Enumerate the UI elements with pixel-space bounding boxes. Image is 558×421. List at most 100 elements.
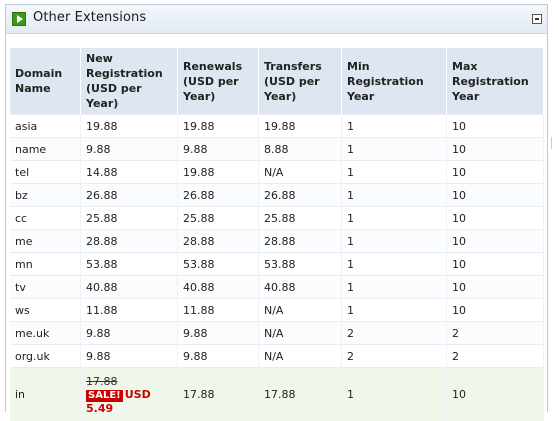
- cell-renewal: 11.88: [178, 299, 259, 322]
- cell-transfer: N/A: [259, 345, 342, 368]
- table-row: mn 53.88 53.88 53.88 1 10: [10, 253, 544, 276]
- cell-domain: asia: [10, 115, 81, 138]
- cell-new-registration: 9.88: [81, 138, 178, 161]
- cell-renewal: 25.88: [178, 207, 259, 230]
- table-header-row: Domain Name New Registration (USD per Ye…: [10, 48, 544, 115]
- header-domain-name: Domain Name: [10, 48, 81, 115]
- header-new-registration: New Registration (USD per Year): [81, 48, 178, 115]
- cell-transfer: 17.88: [259, 368, 342, 421]
- cell-min-year: 1: [342, 276, 447, 299]
- table-row: org.uk 9.88 9.88 N/A 2 2: [10, 345, 544, 368]
- cell-max-year: 10: [447, 368, 544, 421]
- cell-domain: ws: [10, 299, 81, 322]
- cell-domain: tel: [10, 161, 81, 184]
- cell-domain: me: [10, 230, 81, 253]
- cell-renewal: 9.88: [178, 138, 259, 161]
- cell-transfer: N/A: [259, 161, 342, 184]
- cell-domain: name: [10, 138, 81, 161]
- cell-renewal: 9.88: [178, 345, 259, 368]
- cell-min-year: 1: [342, 207, 447, 230]
- cell-domain: me.uk: [10, 322, 81, 345]
- cell-transfer: 25.88: [259, 207, 342, 230]
- header-transfers: Transfers (USD per Year): [259, 48, 342, 115]
- sale-price-value: 5.49: [86, 402, 172, 415]
- cell-new-registration: 19.88: [81, 115, 178, 138]
- cell-new-registration: 11.88: [81, 299, 178, 322]
- cell-new-registration: 26.88: [81, 184, 178, 207]
- header-renewals: Renewals (USD per Year): [178, 48, 259, 115]
- table-row: ws 11.88 11.88 N/A 1 10: [10, 299, 544, 322]
- table-row: me.uk 9.88 9.88 N/A 2 2: [10, 322, 544, 345]
- cell-min-year: 2: [342, 322, 447, 345]
- table-row: tv 40.88 40.88 40.88 1 10: [10, 276, 544, 299]
- cell-domain: tv: [10, 276, 81, 299]
- cell-max-year: 10: [447, 276, 544, 299]
- cell-min-year: 1: [342, 138, 447, 161]
- panel-title: Other Extensions: [33, 10, 146, 25]
- play-icon[interactable]: [12, 12, 26, 26]
- sale-table-row: in 17.88 SALE!USD 5.49 17.88 17.88 1 10: [10, 368, 544, 421]
- cell-min-year: 1: [342, 184, 447, 207]
- other-extensions-panel: Other Extensions Domain Name New Registr…: [5, 4, 548, 412]
- cell-renewal: 19.88: [178, 115, 259, 138]
- cell-transfer: 19.88: [259, 115, 342, 138]
- cell-sale-price: 17.88 SALE!USD 5.49: [81, 368, 178, 421]
- cell-transfer: N/A: [259, 299, 342, 322]
- cell-max-year: 10: [447, 161, 544, 184]
- cell-new-registration: 28.88: [81, 230, 178, 253]
- cell-renewal: 26.88: [178, 184, 259, 207]
- cell-min-year: 2: [342, 345, 447, 368]
- cell-new-registration: 25.88: [81, 207, 178, 230]
- header-min-registration-year: Min Registration Year: [342, 48, 447, 115]
- cell-new-registration: 9.88: [81, 345, 178, 368]
- pricing-table: Domain Name New Registration (USD per Ye…: [10, 48, 544, 421]
- cell-domain: cc: [10, 207, 81, 230]
- table-row: name 9.88 9.88 8.88 1 10: [10, 138, 544, 161]
- cell-domain: bz: [10, 184, 81, 207]
- cell-max-year: 10: [447, 138, 544, 161]
- cell-min-year: 1: [342, 115, 447, 138]
- panel-header: Other Extensions: [6, 5, 547, 34]
- cell-new-registration: 53.88: [81, 253, 178, 276]
- table-row: cc 25.88 25.88 25.88 1 10: [10, 207, 544, 230]
- cell-max-year: 10: [447, 230, 544, 253]
- old-price: 17.88: [86, 375, 172, 388]
- cell-new-registration: 9.88: [81, 322, 178, 345]
- table-row: bz 26.88 26.88 26.88 1 10: [10, 184, 544, 207]
- cell-transfer: 53.88: [259, 253, 342, 276]
- cell-max-year: 2: [447, 322, 544, 345]
- cell-transfer: 8.88: [259, 138, 342, 161]
- cell-min-year: 1: [342, 253, 447, 276]
- cell-transfer: 40.88: [259, 276, 342, 299]
- pricing-table-container: Domain Name New Registration (USD per Ye…: [10, 48, 544, 421]
- collapse-icon[interactable]: [532, 14, 542, 24]
- cell-new-registration: 14.88: [81, 161, 178, 184]
- table-row: me 28.88 28.88 28.88 1 10: [10, 230, 544, 253]
- cell-domain: in: [10, 368, 81, 421]
- cell-min-year: 1: [342, 299, 447, 322]
- cell-renewal: 28.88: [178, 230, 259, 253]
- cell-min-year: 1: [342, 230, 447, 253]
- cell-renewal: 19.88: [178, 161, 259, 184]
- cell-max-year: 10: [447, 253, 544, 276]
- cell-min-year: 1: [342, 368, 447, 421]
- table-row: tel 14.88 19.88 N/A 1 10: [10, 161, 544, 184]
- cell-new-registration: 40.88: [81, 276, 178, 299]
- sale-price-currency: USD: [125, 388, 151, 401]
- cell-min-year: 1: [342, 161, 447, 184]
- sale-badge: SALE!: [86, 390, 123, 402]
- cell-renewal: 40.88: [178, 276, 259, 299]
- header-max-registration-year: Max Registration Year: [447, 48, 544, 115]
- cell-transfer: 26.88: [259, 184, 342, 207]
- cell-domain: org.uk: [10, 345, 81, 368]
- table-row: asia 19.88 19.88 19.88 1 10: [10, 115, 544, 138]
- cell-max-year: 10: [447, 184, 544, 207]
- cell-max-year: 10: [447, 207, 544, 230]
- page-scrollbar-edge[interactable]: [551, 137, 556, 149]
- cell-max-year: 2: [447, 345, 544, 368]
- cell-max-year: 10: [447, 115, 544, 138]
- cell-transfer: N/A: [259, 322, 342, 345]
- cell-transfer: 28.88: [259, 230, 342, 253]
- cell-max-year: 10: [447, 299, 544, 322]
- cell-domain: mn: [10, 253, 81, 276]
